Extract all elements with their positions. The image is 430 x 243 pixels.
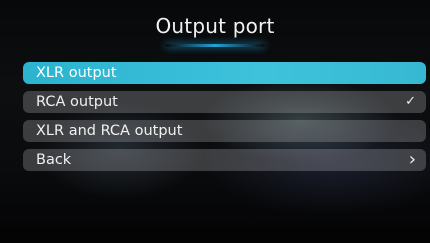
menu-item-label: XLR and RCA output	[36, 123, 183, 139]
menu-item-rca-output[interactable]: RCA output ✓	[23, 91, 426, 113]
menu-item-label: Back	[36, 152, 72, 168]
page-title: Output port	[155, 14, 275, 38]
output-port-screen: Output port XLR output RCA output ✓ XLR …	[0, 0, 430, 243]
menu-item-label: RCA output	[36, 94, 118, 110]
chevron-right-icon: ›	[408, 149, 416, 170]
menu-item-label: XLR output	[36, 65, 117, 81]
title-underline-glow	[165, 44, 265, 47]
checkmark-icon: ✓	[405, 94, 416, 109]
output-port-menu: XLR output RCA output ✓ XLR and RCA outp…	[23, 62, 426, 178]
menu-item-xlr-and-rca-output[interactable]: XLR and RCA output	[23, 120, 426, 142]
menu-item-xlr-output[interactable]: XLR output	[23, 62, 426, 84]
menu-item-back[interactable]: Back ›	[23, 149, 426, 171]
